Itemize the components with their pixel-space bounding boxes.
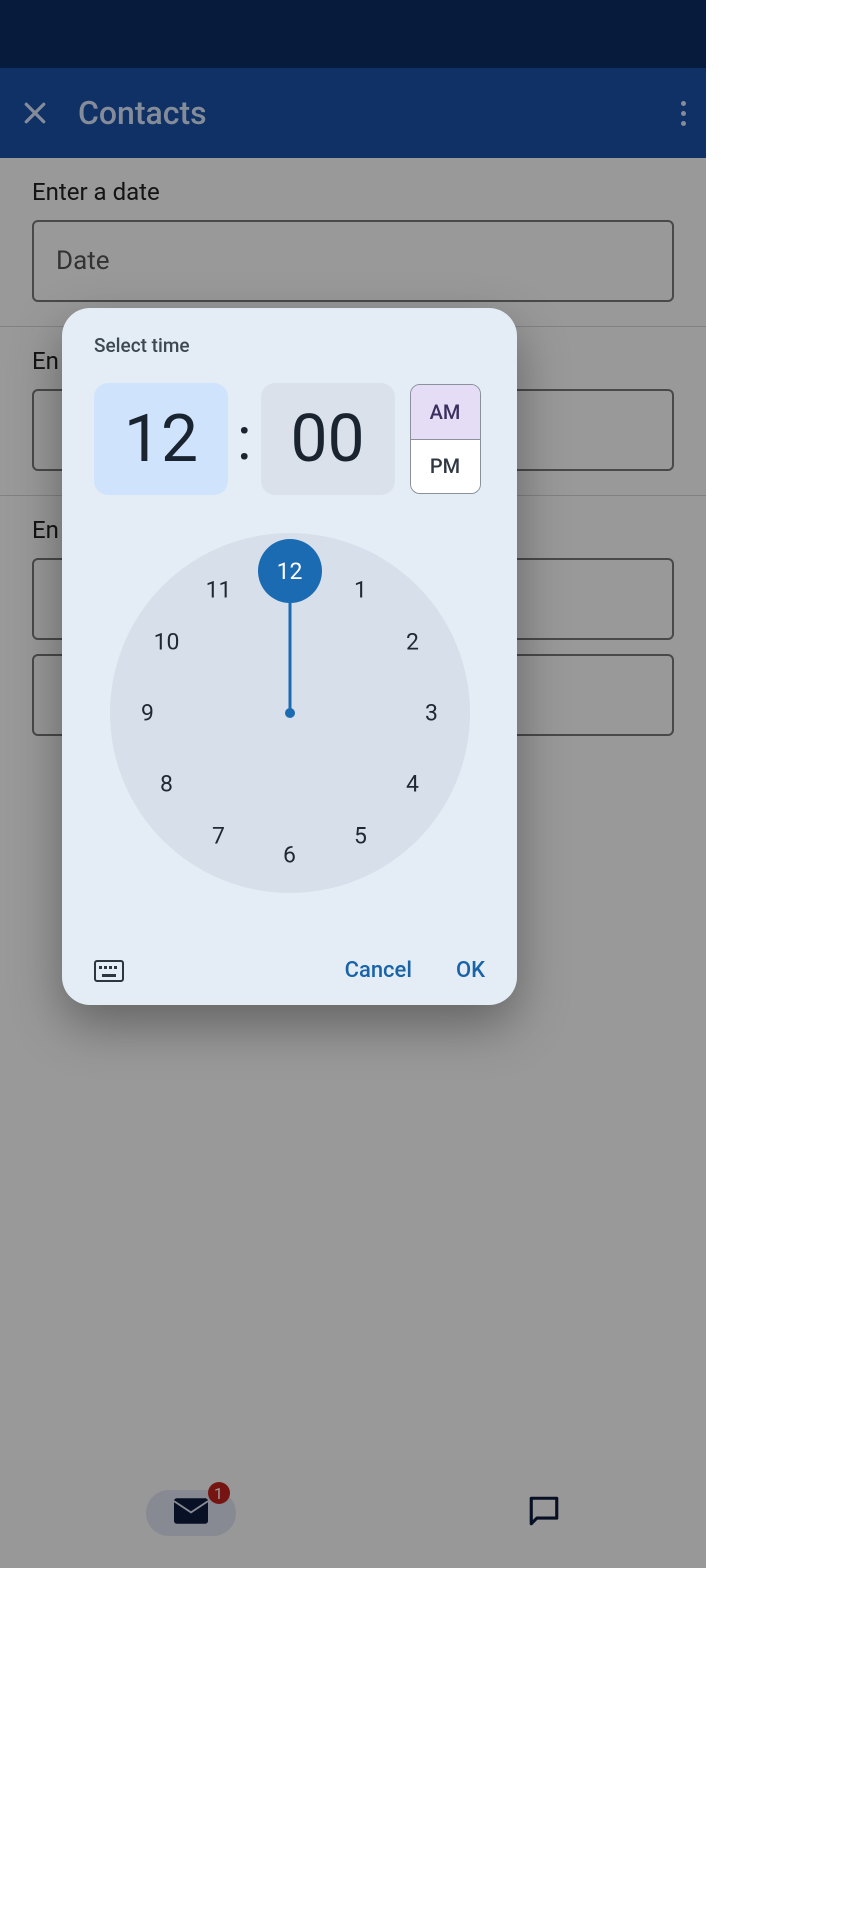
ok-button[interactable]: OK	[456, 958, 485, 983]
hour-8[interactable]: 8	[160, 771, 173, 798]
hour-9[interactable]: 9	[141, 700, 154, 727]
hour-box[interactable]: 12	[94, 383, 228, 495]
hour-2[interactable]: 2	[406, 629, 419, 656]
keyboard-icon[interactable]	[94, 960, 124, 982]
hour-4[interactable]: 4	[406, 771, 419, 798]
time-colon: :	[237, 409, 252, 469]
clock-center	[285, 708, 295, 718]
time-picker-dialog: Select time 12 : 00 AM PM 12 1 2 3 4 5 6…	[62, 308, 517, 1005]
hour-3[interactable]: 3	[425, 700, 438, 727]
hour-1[interactable]: 1	[354, 577, 367, 604]
dialog-actions: Cancel OK	[94, 958, 485, 983]
hour-5[interactable]: 5	[354, 823, 367, 850]
dialog-title: Select time	[94, 334, 485, 357]
clock-face[interactable]: 12 1 2 3 4 5 6 7 8 9 10 11	[110, 533, 470, 893]
am-button[interactable]: AM	[411, 385, 480, 439]
hour-12-selected[interactable]: 12	[258, 539, 322, 603]
pm-button[interactable]: PM	[411, 439, 480, 494]
hour-10[interactable]: 10	[154, 629, 180, 656]
hour-6[interactable]: 6	[283, 842, 296, 869]
cancel-button[interactable]: Cancel	[345, 958, 412, 983]
time-display: 12 : 00 AM PM	[94, 383, 485, 495]
hour-7[interactable]: 7	[212, 823, 225, 850]
hour-11[interactable]: 11	[206, 577, 232, 604]
minute-box[interactable]: 00	[261, 383, 395, 495]
ampm-toggle: AM PM	[410, 384, 481, 494]
